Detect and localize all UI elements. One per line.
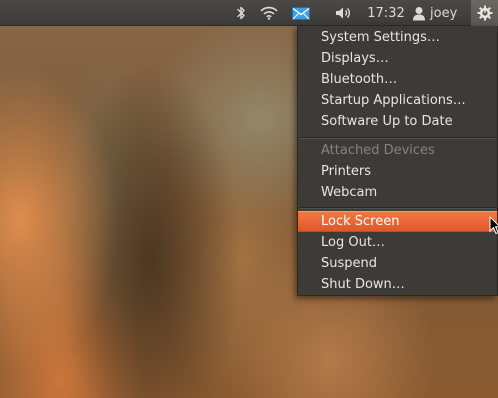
menu-item-label: System Settings… xyxy=(321,30,440,45)
session-menu-button[interactable] xyxy=(471,0,498,26)
menu-item-suspend[interactable]: Suspend xyxy=(298,253,497,274)
menu-item-label: Lock Screen xyxy=(321,214,400,229)
clock-label: 17:32 xyxy=(367,5,405,21)
menu-item-lock-screen[interactable]: Lock Screen xyxy=(298,211,497,232)
menu-item-label: Bluetooth… xyxy=(321,72,398,87)
menu-item-system-settings[interactable]: System Settings… xyxy=(298,27,497,48)
menu-separator xyxy=(299,137,496,139)
wifi-icon xyxy=(260,6,278,20)
menu-item-bluetooth[interactable]: Bluetooth… xyxy=(298,69,497,90)
menu-item-label: Suspend xyxy=(321,256,378,271)
menu-item-label: Startup Applications… xyxy=(321,93,466,108)
menu-heading-attached-devices: Attached Devices xyxy=(298,140,497,161)
menu-item-label: Printers xyxy=(321,164,372,179)
mouse-pointer-icon xyxy=(489,216,498,235)
bluetooth-indicator[interactable] xyxy=(230,0,252,26)
menu-item-webcam[interactable]: Webcam xyxy=(298,182,497,203)
clock-indicator[interactable]: 17:32 xyxy=(362,0,410,26)
speaker-icon xyxy=(336,7,350,19)
menu-item-label: Webcam xyxy=(321,185,378,200)
user-indicator[interactable]: joey xyxy=(412,0,468,26)
menu-item-label: Software Up to Date xyxy=(321,114,453,129)
sound-indicator[interactable] xyxy=(331,0,357,26)
envelope-icon xyxy=(292,6,310,20)
gear-power-icon xyxy=(477,5,492,21)
session-menu: System Settings… Displays… Bluetooth… St… xyxy=(297,26,498,296)
menu-item-startup-applications[interactable]: Startup Applications… xyxy=(298,90,497,111)
menu-separator xyxy=(299,207,496,209)
menu-item-displays[interactable]: Displays… xyxy=(298,48,497,69)
network-indicator[interactable] xyxy=(256,0,282,26)
menu-item-shut-down[interactable]: Shut Down… xyxy=(298,274,497,295)
menu-item-printers[interactable]: Printers xyxy=(298,161,497,182)
menu-item-label: Displays… xyxy=(321,51,389,66)
bluetooth-icon xyxy=(237,6,245,20)
menu-item-label: Log Out… xyxy=(321,235,385,250)
person-icon xyxy=(413,6,425,20)
messaging-indicator[interactable] xyxy=(288,0,314,26)
username-label: joey xyxy=(430,5,458,21)
menu-item-label: Attached Devices xyxy=(321,143,435,158)
top-panel: 17:32 joey xyxy=(0,0,498,26)
menu-item-log-out[interactable]: Log Out… xyxy=(298,232,497,253)
menu-item-software-up-to-date[interactable]: Software Up to Date xyxy=(298,111,497,132)
menu-item-label: Shut Down… xyxy=(321,277,405,292)
